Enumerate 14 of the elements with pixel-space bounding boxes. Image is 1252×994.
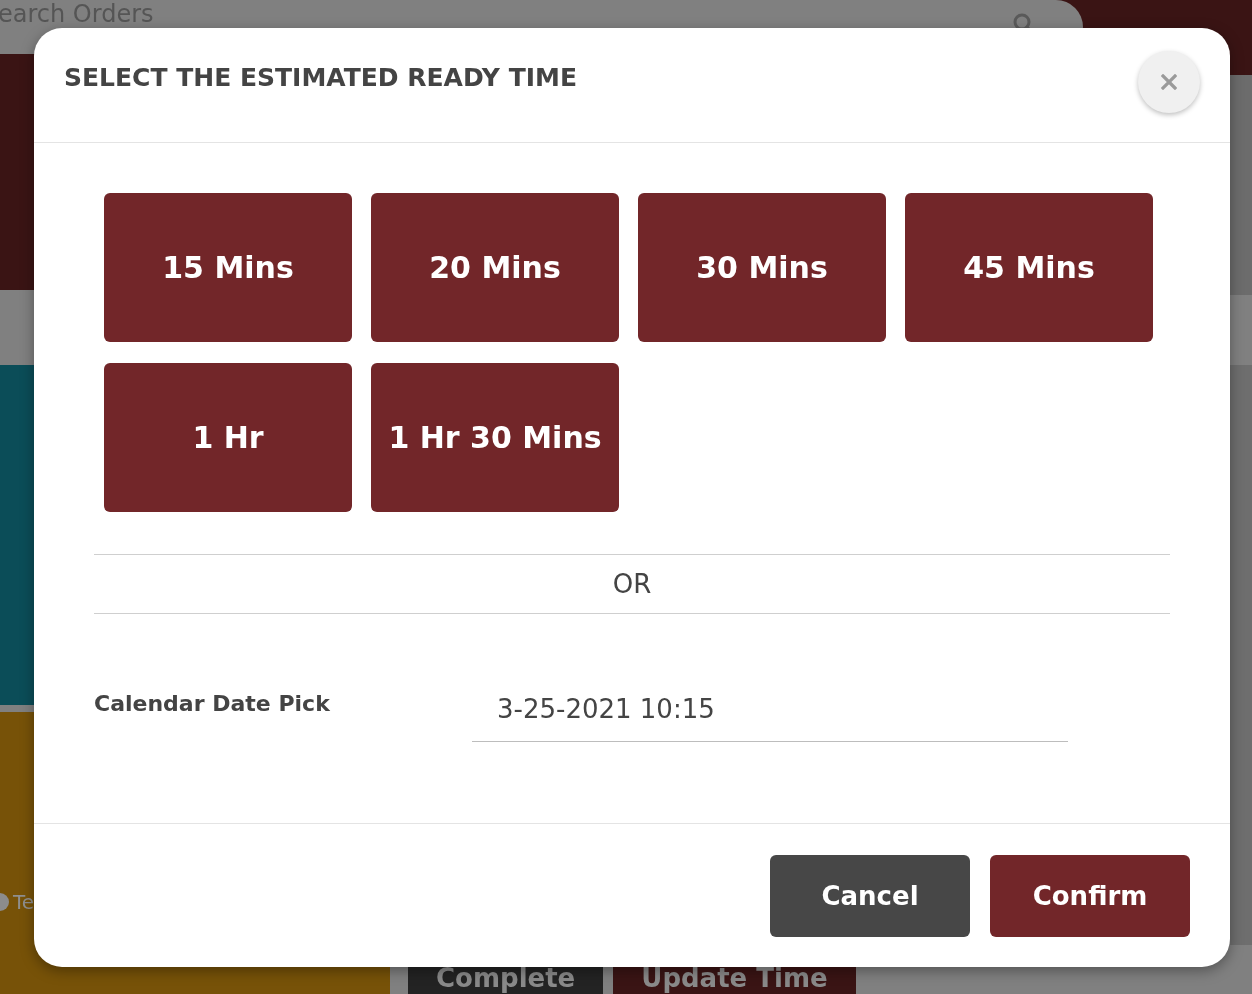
date-field[interactable]: 3-25-2021 10:15 <box>472 682 1068 742</box>
close-icon <box>1161 74 1177 90</box>
date-field-label: Calendar Date Pick <box>94 690 331 718</box>
time-option-button[interactable]: 30 Mins <box>638 193 886 342</box>
dialog-button[interactable]: Cancel <box>770 855 970 937</box>
order-card-text: Te <box>13 890 35 914</box>
dialog-button[interactable]: Confirm <box>990 855 1190 937</box>
time-option-button[interactable]: 45 Mins <box>905 193 1153 342</box>
time-option-button[interactable]: 1 Hr <box>104 363 352 512</box>
dialog-title: SELECT THE ESTIMATED READY TIME <box>64 62 577 94</box>
time-option-button[interactable]: 20 Mins <box>371 193 619 342</box>
separator-text: OR <box>612 568 652 601</box>
time-option-button[interactable]: 1 Hr 30 Mins <box>371 363 619 512</box>
time-option-button[interactable]: 15 Mins <box>104 193 352 342</box>
